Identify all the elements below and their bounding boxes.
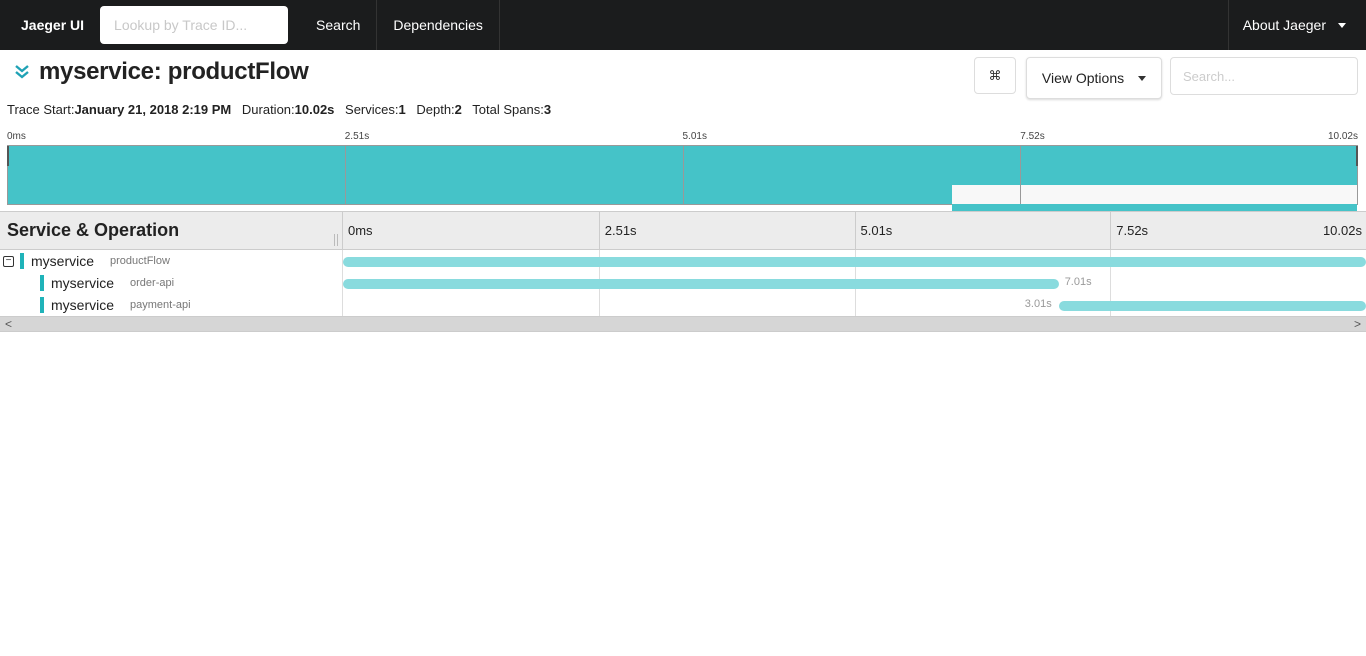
span-row[interactable]: myservice order-api 7.01s	[0, 272, 1366, 294]
lookup-wrap	[100, 0, 300, 50]
nav-dependencies[interactable]: Dependencies	[377, 0, 500, 50]
scroll-left-icon[interactable]: <	[5, 317, 12, 331]
minimap-right-handle[interactable]	[1356, 146, 1358, 166]
service-operation-header: Service & Operation	[0, 212, 343, 249]
span-row[interactable]: myservice payment-api 3.01s	[0, 294, 1366, 316]
timeline-tick: 0ms	[348, 223, 373, 238]
command-key-icon: ⌘	[988, 67, 1002, 83]
horizontal-scrollbar[interactable]: < >	[0, 316, 1366, 332]
timeline-gridline	[1110, 272, 1112, 294]
minimap-tick: 7.52s	[1020, 131, 1045, 142]
timeline-gridline	[854, 294, 856, 316]
trace-timeline: Service & Operation 0ms 2.51s 5.01s 7.52s 10…	[0, 211, 1366, 332]
timeline-tick: 5.01s	[854, 212, 892, 249]
span-name-cell[interactable]: myservice payment-api	[0, 294, 343, 316]
timeline-tick: 10.02s	[1322, 223, 1362, 238]
service-name: myservice	[31, 253, 95, 269]
service-color-indicator	[40, 297, 44, 313]
span-name-cell[interactable]: − myservice productFlow	[0, 250, 343, 272]
total-spans-value: 3	[543, 102, 552, 117]
minimap-gridline	[1019, 146, 1021, 204]
total-spans-label: Total Spans:	[472, 102, 544, 117]
span-bar[interactable]	[1058, 301, 1366, 311]
span-name-cell[interactable]: myservice order-api	[0, 272, 343, 294]
span-bar[interactable]	[343, 279, 1059, 289]
scroll-right-icon[interactable]: >	[1354, 317, 1361, 331]
timeline-tick: 2.51s	[598, 212, 637, 249]
nav-about-jaeger[interactable]: About Jaeger	[1227, 0, 1366, 50]
trace-meta: Trace Start:January 21, 2018 2:19 PM Dur…	[7, 102, 558, 117]
span-duration-label: 7.01s	[1064, 276, 1092, 288]
depth-label: Depth:	[416, 102, 455, 117]
minimap-tick: 2.51s	[344, 131, 370, 142]
keyboard-shortcuts-button[interactable]: ⌘	[974, 57, 1016, 94]
services-value: 1	[398, 102, 406, 117]
service-name: myservice	[51, 297, 115, 313]
trace-header: myservice: productFlow Trace Start:Janua…	[0, 50, 1366, 126]
minimap-gridline	[345, 146, 347, 204]
span-row[interactable]: − myservice productFlow	[0, 250, 1366, 272]
minimap-canvas[interactable]	[7, 145, 1358, 224]
minimap-span-bar	[8, 184, 952, 204]
trace-title: myservice: productFlow	[39, 58, 309, 85]
double-chevron-down-icon[interactable]	[12, 62, 32, 82]
nav-search[interactable]: Search	[300, 0, 378, 50]
trace-search-input[interactable]	[1170, 57, 1358, 95]
span-timeline-cell[interactable]: 3.01s	[343, 294, 1366, 316]
span-timeline-cell[interactable]	[343, 250, 1366, 272]
top-nav: Jaeger UI Search Dependencies About Jaeg…	[0, 0, 1366, 50]
timeline-ticks: 0ms 2.51s 5.01s 7.52s 10.02s	[343, 212, 1366, 249]
view-options-label: View Options	[1041, 70, 1125, 86]
timeline-gridline	[598, 294, 600, 316]
timeline-tick: 7.52s	[1110, 212, 1148, 249]
trace-minimap[interactable]: 0ms 2.51s 5.01s 7.52s 10.02s	[7, 126, 1358, 224]
minimap-tick: 10.02s	[1327, 131, 1358, 142]
caret-down-icon	[1138, 75, 1147, 81]
minimap-ticks: 0ms 2.51s 5.01s 7.52s 10.02s	[7, 126, 1358, 145]
services-label: Services:	[345, 102, 399, 117]
minimap-tick: 5.01s	[682, 131, 707, 142]
minimap-left-handle[interactable]	[7, 146, 9, 166]
service-operation-label: Service & Operation	[7, 220, 180, 240]
operation-name: productFlow	[110, 255, 170, 267]
service-name: myservice	[51, 275, 115, 291]
timeline-header: Service & Operation 0ms 2.51s 5.01s 7.52s 10…	[0, 212, 1366, 250]
collapse-toggle-icon[interactable]: −	[3, 256, 14, 267]
about-jaeger-label: About Jaeger	[1242, 17, 1326, 33]
minimap-tick: 0ms	[7, 131, 26, 142]
duration-label: Duration:	[241, 102, 295, 117]
trace-start-value: January 21, 2018 2:19 PM	[74, 102, 232, 117]
span-bar[interactable]	[343, 257, 1366, 267]
service-color-indicator	[20, 253, 24, 269]
span-duration-label: 3.01s	[1024, 298, 1052, 310]
brand-link[interactable]: Jaeger UI	[0, 0, 100, 50]
trace-start-label: Trace Start:	[7, 102, 75, 117]
trace-id-lookup-input[interactable]	[100, 6, 289, 44]
caret-down-icon	[1338, 22, 1346, 28]
column-resizer[interactable]	[334, 234, 338, 246]
operation-name: payment-api	[130, 299, 191, 311]
duration-value: 10.02s	[294, 102, 335, 117]
view-options-button[interactable]: View Options	[1026, 57, 1162, 99]
service-color-indicator	[40, 275, 44, 291]
span-timeline-cell[interactable]: 7.01s	[343, 272, 1366, 294]
operation-name: order-api	[130, 277, 175, 289]
depth-value: 2	[454, 102, 462, 117]
span-rows: − myservice productFlow myservice order-api 7…	[0, 250, 1366, 316]
minimap-gridline	[682, 146, 684, 204]
